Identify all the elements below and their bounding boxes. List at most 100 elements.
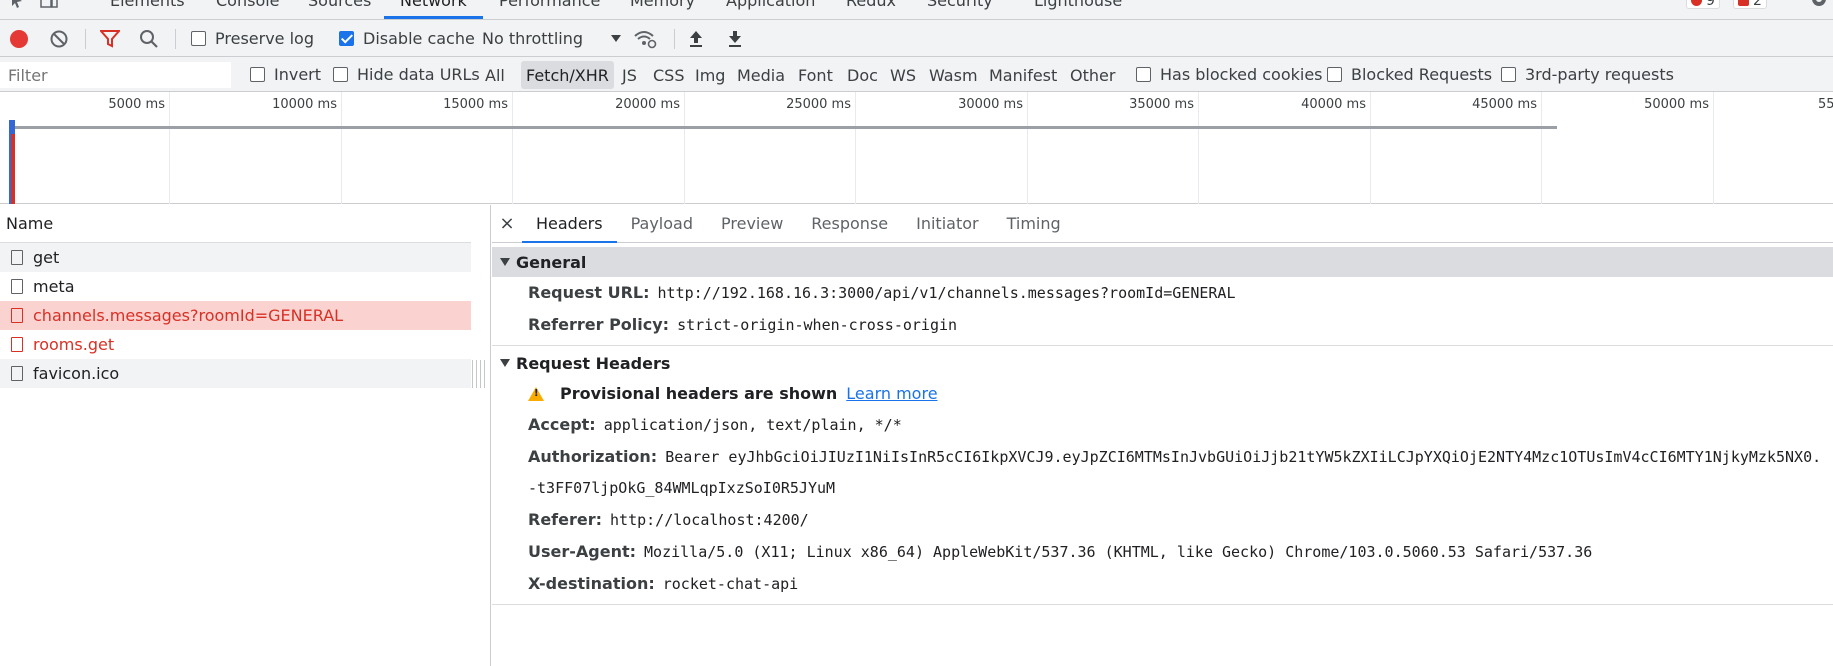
request-headers-section-header[interactable]: Request Headers bbox=[492, 348, 1833, 378]
timeline-gridline bbox=[169, 92, 170, 204]
tab-application[interactable]: Application bbox=[726, 0, 815, 10]
invert-checkbox[interactable] bbox=[250, 67, 265, 82]
timeline-gridline bbox=[1198, 92, 1199, 204]
filter-toggle-button[interactable] bbox=[100, 20, 120, 57]
search-button[interactable] bbox=[139, 20, 159, 57]
network-conditions-button[interactable] bbox=[633, 20, 657, 57]
header-value: strict-origin-when-cross-origin bbox=[677, 316, 958, 334]
filter-type-media[interactable]: Media bbox=[732, 61, 790, 89]
export-har-button[interactable] bbox=[727, 20, 743, 57]
tab-performance[interactable]: Performance bbox=[499, 0, 600, 10]
issue-icon bbox=[1738, 0, 1749, 6]
general-section-title: General bbox=[516, 252, 587, 272]
device-toolbar-icon[interactable] bbox=[40, 0, 58, 8]
has-blocked-cookies-label: Has blocked cookies bbox=[1160, 65, 1323, 84]
tab-network[interactable]: Network bbox=[400, 0, 467, 10]
invert-toggle[interactable]: Invert bbox=[250, 57, 321, 92]
header-value: http://192.168.16.3:3000/api/v1/channels… bbox=[657, 284, 1236, 302]
filter-type-font[interactable]: Font bbox=[793, 61, 838, 89]
timeline-gridline bbox=[341, 92, 342, 204]
tab-initiator[interactable]: Initiator bbox=[902, 205, 992, 242]
header-key: Accept: bbox=[528, 415, 596, 434]
filter-type-fetch-xhr[interactable]: Fetch/XHR bbox=[521, 61, 614, 89]
third-party-requests-checkbox[interactable] bbox=[1501, 67, 1516, 82]
filter-type-css[interactable]: CSS bbox=[648, 61, 689, 89]
throttling-select[interactable]: No throttling bbox=[482, 20, 622, 57]
tab-redux[interactable]: Redux bbox=[846, 0, 896, 10]
tab-response[interactable]: Response bbox=[797, 205, 902, 242]
filter-type-ws[interactable]: WS bbox=[885, 61, 921, 89]
tab-headers[interactable]: Headers bbox=[522, 205, 617, 243]
preserve-log-toggle[interactable]: Preserve log bbox=[191, 20, 314, 57]
general-section-header[interactable]: General bbox=[492, 247, 1833, 277]
tab-memory[interactable]: Memory bbox=[630, 0, 695, 10]
devtools-tab-bar: Elements Console Sources Network Perform… bbox=[0, 0, 1833, 20]
clear-button[interactable] bbox=[50, 20, 68, 57]
learn-more-link[interactable]: Learn more bbox=[846, 384, 937, 403]
blocked-requests-toggle[interactable]: Blocked Requests bbox=[1327, 57, 1492, 92]
disable-cache-toggle[interactable]: Disable cache bbox=[339, 20, 475, 57]
request-row-favicon[interactable]: favicon.ico bbox=[0, 359, 471, 388]
timeline-gridline bbox=[684, 92, 685, 204]
network-toolbar: Preserve log Disable cache No throttling bbox=[0, 20, 1833, 57]
referrer-policy-row: Referrer Policy: strict-origin-when-cros… bbox=[492, 309, 1833, 346]
tab-security[interactable]: Security bbox=[927, 0, 993, 10]
request-row-channels-messages[interactable]: channels.messages?roomId=GENERAL bbox=[0, 301, 471, 330]
record-button[interactable] bbox=[10, 20, 28, 57]
invert-label: Invert bbox=[274, 65, 322, 84]
third-party-requests-toggle[interactable]: 3rd-party requests bbox=[1501, 57, 1674, 92]
filter-type-js[interactable]: JS bbox=[617, 61, 642, 89]
timeline-gridline bbox=[855, 92, 856, 204]
accept-header-row: Accept: application/json, text/plain, */… bbox=[492, 409, 1833, 441]
close-details-button[interactable]: × bbox=[492, 205, 522, 242]
issue-count-badge[interactable]: 2 bbox=[1733, 0, 1767, 9]
throttling-value: No throttling bbox=[482, 29, 584, 48]
document-icon bbox=[11, 308, 23, 323]
clear-icon bbox=[50, 30, 68, 47]
tab-sources[interactable]: Sources bbox=[308, 0, 371, 10]
filter-type-manifest[interactable]: Manifest bbox=[984, 61, 1062, 89]
settings-gear-icon[interactable] bbox=[1810, 0, 1828, 8]
request-row-meta[interactable]: meta bbox=[0, 272, 471, 301]
timeline-tick-label: 55 bbox=[1818, 97, 1833, 112]
timeline-tick-label: 40000 ms bbox=[1301, 97, 1366, 112]
document-icon bbox=[11, 366, 23, 381]
name-column-label: Name bbox=[6, 214, 54, 233]
tab-lighthouse[interactable]: Lighthouse bbox=[1034, 0, 1122, 10]
import-har-button[interactable] bbox=[688, 20, 704, 57]
blocked-requests-label: Blocked Requests bbox=[1351, 65, 1493, 84]
filter-type-wasm[interactable]: Wasm bbox=[924, 61, 983, 89]
blocked-requests-checkbox[interactable] bbox=[1327, 67, 1342, 82]
wifi-settings-icon bbox=[634, 30, 657, 48]
hide-data-urls-toggle[interactable]: Hide data URLs bbox=[333, 57, 480, 92]
error-count-badge[interactable]: 9 bbox=[1686, 0, 1720, 9]
timeline-tick-label: 35000 ms bbox=[1129, 97, 1194, 112]
timeline-tick-label: 45000 ms bbox=[1472, 97, 1537, 112]
has-blocked-cookies-checkbox[interactable] bbox=[1136, 67, 1151, 82]
hide-data-urls-checkbox[interactable] bbox=[333, 67, 348, 82]
tab-preview[interactable]: Preview bbox=[707, 205, 797, 242]
tab-elements[interactable]: Elements bbox=[110, 0, 185, 10]
timeline-tick-label: 50000 ms bbox=[1644, 97, 1709, 112]
filter-type-all[interactable]: All bbox=[480, 61, 510, 89]
network-overview-timeline[interactable]: 5000 ms 10000 ms 15000 ms 20000 ms 25000… bbox=[0, 92, 1833, 204]
tab-console[interactable]: Console bbox=[216, 0, 280, 10]
tab-timing[interactable]: Timing bbox=[993, 205, 1075, 242]
request-row-rooms-get[interactable]: rooms.get bbox=[0, 330, 471, 359]
preserve-log-checkbox[interactable] bbox=[191, 31, 206, 46]
request-row-get[interactable]: get bbox=[0, 243, 471, 272]
request-name: channels.messages?roomId=GENERAL bbox=[33, 306, 344, 325]
has-blocked-cookies-toggle[interactable]: Has blocked cookies bbox=[1136, 57, 1323, 92]
header-value: -t3FF07ljpOkG_84WMLqpIxzSoI0R5JYuM bbox=[528, 479, 836, 497]
filter-type-img[interactable]: Img bbox=[690, 61, 730, 89]
name-column-header[interactable]: Name bbox=[0, 205, 471, 243]
inspect-element-icon[interactable] bbox=[10, 0, 28, 8]
disable-cache-checkbox[interactable] bbox=[339, 31, 354, 46]
filter-type-other[interactable]: Other bbox=[1065, 61, 1120, 89]
authorization-header-continuation: -t3FF07ljpOkG_84WMLqpIxzSoI0R5JYuM bbox=[492, 473, 1833, 504]
tab-payload[interactable]: Payload bbox=[617, 205, 707, 242]
filter-input[interactable] bbox=[0, 62, 231, 88]
panel-resize-handle[interactable] bbox=[471, 360, 489, 388]
filter-type-doc[interactable]: Doc bbox=[842, 61, 883, 89]
download-icon bbox=[729, 30, 741, 47]
